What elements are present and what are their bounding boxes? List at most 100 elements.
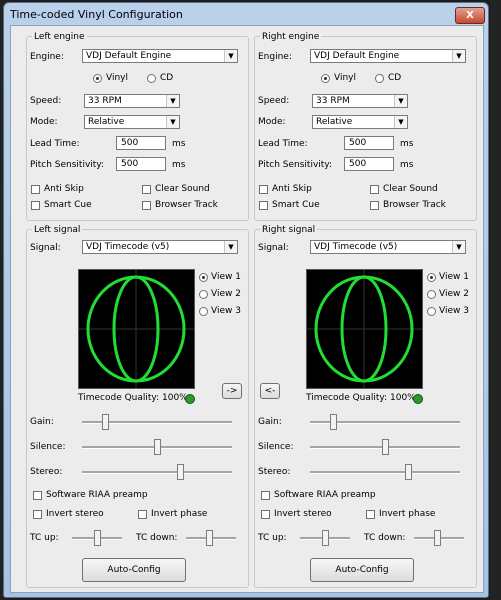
left-vinyl-label: Vinyl xyxy=(106,73,128,83)
left-copy-settings-button[interactable]: -> xyxy=(222,383,242,399)
quality-ok-icon xyxy=(185,394,195,404)
right-pitch-input[interactable]: 500 xyxy=(344,157,394,171)
left-view-3-label: View 3 xyxy=(211,306,241,316)
left-lead-time-input[interactable]: 500 xyxy=(116,136,166,150)
left-riaa-checkbox[interactable] xyxy=(33,491,42,500)
left-pitch-input[interactable]: 500 xyxy=(116,157,166,171)
chevron-down-icon[interactable]: ▼ xyxy=(394,116,407,128)
right-smart-cue-checkbox[interactable] xyxy=(259,201,268,210)
right-engine-select[interactable]: VDJ Default Engine ▼ xyxy=(310,49,466,63)
left-anti-skip-checkbox[interactable] xyxy=(31,185,40,194)
right-view-2-radio[interactable] xyxy=(427,290,436,299)
right-signal-select[interactable]: VDJ Timecode (v5) ▼ xyxy=(310,240,466,254)
right-stereo-slider-thumb[interactable] xyxy=(405,464,412,480)
left-cd-radio[interactable] xyxy=(147,74,156,83)
right-gain-slider-thumb[interactable] xyxy=(330,414,337,430)
left-engine-select[interactable]: VDJ Default Engine ▼ xyxy=(82,49,238,63)
left-speed-select[interactable]: 33 RPM ▼ xyxy=(84,94,180,108)
right-tc-up-slider-thumb[interactable] xyxy=(322,530,329,546)
chevron-down-icon[interactable]: ▼ xyxy=(166,116,179,128)
left-view-2-radio[interactable] xyxy=(199,290,208,299)
right-view-1-label: View 1 xyxy=(439,272,469,282)
left-clear-sound-checkbox[interactable] xyxy=(142,185,151,194)
right-browser-track-checkbox[interactable] xyxy=(370,201,379,210)
right-riaa-label: Software RIAA preamp xyxy=(274,490,376,500)
right-invert-stereo-checkbox[interactable] xyxy=(261,510,270,519)
right-tc-down-slider-thumb[interactable] xyxy=(434,530,441,546)
left-speed-label: Speed: xyxy=(30,96,62,106)
right-browser-track-label: Browser Track xyxy=(383,200,446,210)
right-view-1-radio[interactable] xyxy=(427,273,436,282)
chevron-down-icon[interactable]: ▼ xyxy=(394,95,407,107)
left-vinyl-radio[interactable] xyxy=(93,74,102,83)
right-smart-cue-label: Smart Cue xyxy=(272,200,320,210)
right-view-2-label: View 2 xyxy=(439,289,469,299)
right-pitch-label: Pitch Sensitivity: xyxy=(258,160,333,170)
close-button[interactable]: X xyxy=(455,7,485,24)
right-engine-select-value: VDJ Default Engine xyxy=(314,51,400,61)
right-vinyl-radio[interactable] xyxy=(321,74,330,83)
left-auto-config-button[interactable]: Auto-Config xyxy=(82,558,186,582)
right-invert-phase-label: Invert phase xyxy=(379,509,436,519)
left-invert-stereo-checkbox[interactable] xyxy=(33,510,42,519)
right-anti-skip-checkbox[interactable] xyxy=(259,185,268,194)
left-tc-down-label: TC down: xyxy=(136,533,178,543)
right-copy-settings-button[interactable]: <- xyxy=(260,383,280,399)
left-anti-skip-label: Anti Skip xyxy=(44,184,84,194)
right-riaa-checkbox[interactable] xyxy=(261,491,270,500)
right-auto-config-button[interactable]: Auto-Config xyxy=(310,558,414,582)
left-browser-track-label: Browser Track xyxy=(155,200,218,210)
left-view-3-radio[interactable] xyxy=(199,307,208,316)
left-silence-slider-thumb[interactable] xyxy=(154,439,161,455)
left-scope-display xyxy=(78,269,195,389)
right-mode-label: Mode: xyxy=(258,117,286,127)
right-view-3-radio[interactable] xyxy=(427,307,436,316)
chevron-down-icon[interactable]: ▼ xyxy=(224,50,237,62)
left-speed-value: 33 RPM xyxy=(88,96,122,106)
left-browser-track-checkbox[interactable] xyxy=(142,201,151,210)
left-signal-select[interactable]: VDJ Timecode (v5) ▼ xyxy=(82,240,238,254)
right-stereo-track xyxy=(310,471,460,474)
right-silence-slider-thumb[interactable] xyxy=(382,439,389,455)
right-speed-select[interactable]: 33 RPM ▼ xyxy=(312,94,408,108)
right-cd-radio[interactable] xyxy=(375,74,384,83)
right-stereo-label: Stereo: xyxy=(258,467,291,477)
left-scope-trace xyxy=(79,270,194,388)
right-lead-time-input[interactable]: 500 xyxy=(344,136,394,150)
left-invert-phase-checkbox[interactable] xyxy=(138,510,147,519)
scope-grid xyxy=(79,270,194,388)
left-tc-up-slider-thumb[interactable] xyxy=(94,530,101,546)
left-stereo-slider-thumb[interactable] xyxy=(177,464,184,480)
right-anti-skip-label: Anti Skip xyxy=(272,184,312,194)
right-cd-label: CD xyxy=(388,73,402,83)
chevron-down-icon[interactable]: ▼ xyxy=(166,95,179,107)
scope-grid xyxy=(307,270,422,388)
right-clear-sound-label: Clear Sound xyxy=(383,184,438,194)
chevron-down-icon[interactable]: ▼ xyxy=(452,241,465,253)
left-signal-title: Left signal xyxy=(32,225,83,235)
right-mode-select[interactable]: Relative ▼ xyxy=(312,115,408,129)
left-signal-value: VDJ Timecode (v5) xyxy=(86,242,170,252)
right-invert-phase-checkbox[interactable] xyxy=(366,510,375,519)
left-smart-cue-checkbox[interactable] xyxy=(31,201,40,210)
right-timecode-quality: Timecode Quality: 100% xyxy=(306,393,416,403)
chevron-down-icon[interactable]: ▼ xyxy=(224,241,237,253)
left-view-1-radio[interactable] xyxy=(199,273,208,282)
right-speed-value: 33 RPM xyxy=(316,96,350,106)
chevron-down-icon[interactable]: ▼ xyxy=(452,50,465,62)
right-scope-display xyxy=(306,269,423,389)
right-scope-trace xyxy=(307,270,422,388)
right-engine-label: Engine: xyxy=(258,52,292,62)
left-view-2-label: View 2 xyxy=(211,289,241,299)
left-tc-down-slider-thumb[interactable] xyxy=(206,530,213,546)
left-gain-slider-thumb[interactable] xyxy=(102,414,109,430)
background-app-right xyxy=(490,0,501,600)
left-mode-select[interactable]: Relative ▼ xyxy=(84,115,180,129)
right-invert-stereo-label: Invert stereo xyxy=(274,509,332,519)
right-clear-sound-checkbox[interactable] xyxy=(370,185,379,194)
left-silence-label: Silence: xyxy=(30,442,66,452)
right-gain-label: Gain: xyxy=(258,417,282,427)
left-timecode-quality: Timecode Quality: 100% xyxy=(78,393,188,403)
left-invert-stereo-label: Invert stereo xyxy=(46,509,104,519)
right-speed-label: Speed: xyxy=(258,96,290,106)
